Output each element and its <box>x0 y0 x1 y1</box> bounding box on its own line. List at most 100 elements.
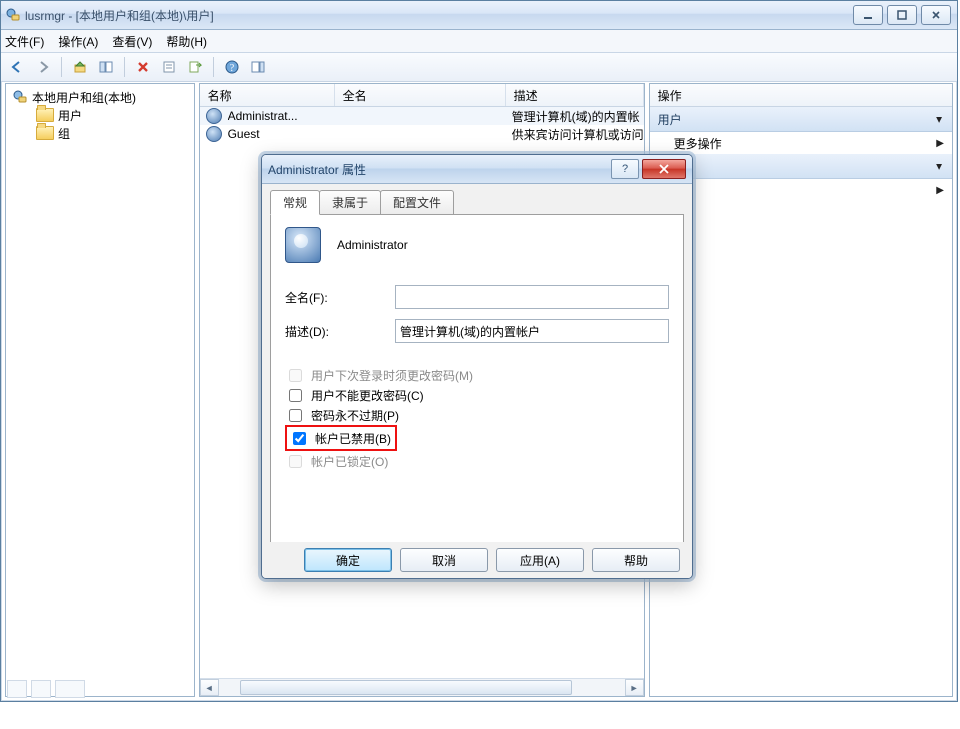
user-large-icon <box>285 227 321 263</box>
forward-button[interactable] <box>31 55 55 79</box>
collapse-icon: ▲ <box>934 114 944 125</box>
tree-root[interactable]: 本地用户和组(本地) <box>8 88 192 106</box>
maximize-button[interactable] <box>887 5 917 25</box>
menu-file[interactable]: 文件(F) <box>5 33 44 50</box>
window-title: lusrmgr - [本地用户和组(本地)\用户] <box>25 7 853 24</box>
horizontal-scrollbar[interactable]: ◄ ► <box>200 678 644 696</box>
toolbar: ? <box>1 53 957 82</box>
check-account-locked-label: 帐户已锁定(O) <box>311 453 388 470</box>
actions-panel: 操作 用户 ▲ 更多操作 ▶ ▲ ▶ <box>649 83 953 697</box>
check-must-change-label: 用户下次登录时须更改密码(M) <box>311 367 473 384</box>
check-never-expire[interactable]: 密码永不过期(P) <box>285 405 669 425</box>
input-desc[interactable] <box>395 319 669 343</box>
checkbox-must-change <box>289 369 302 382</box>
scroll-left-arrow[interactable]: ◄ <box>200 679 219 696</box>
menu-help[interactable]: 帮助(H) <box>166 33 207 50</box>
label-desc: 描述(D): <box>285 323 395 340</box>
folder-icon <box>36 108 54 122</box>
cell-name: Administrat... <box>228 109 346 123</box>
actions-section-blank[interactable]: ▲ <box>650 154 952 179</box>
collapse-icon: ▲ <box>934 161 944 172</box>
properties-button[interactable] <box>157 55 181 79</box>
user-icon <box>206 108 222 124</box>
scroll-right-arrow[interactable]: ► <box>625 679 644 696</box>
highlight-disabled-account: 帐户已禁用(B) <box>285 425 397 451</box>
tab-memberof[interactable]: 隶属于 <box>319 190 381 214</box>
account-name: Administrator <box>337 238 408 252</box>
check-must-change: 用户下次登录时须更改密码(M) <box>285 365 669 385</box>
header-name[interactable]: 名称 <box>200 84 335 106</box>
cell-name: Guest <box>228 127 346 141</box>
app-icon <box>5 7 21 23</box>
properties-dialog: Administrator 属性 ? 常规 隶属于 配置文件 Administr… <box>261 154 693 579</box>
list-header: 名称 全名 描述 <box>200 84 644 107</box>
dialog-help-button-bottom[interactable]: 帮助 <box>592 548 680 572</box>
action-more-2[interactable]: ▶ <box>650 179 952 201</box>
cell-desc: 供来宾访问计算机或访问 <box>512 126 644 143</box>
list-row[interactable]: Administrat... 管理计算机(域)的内置帐 <box>200 107 644 125</box>
dialog-help-button[interactable]: ? <box>611 159 639 179</box>
checkbox-account-disabled[interactable] <box>293 432 306 445</box>
actions-section-users[interactable]: 用户 ▲ <box>650 107 952 132</box>
label-fullname: 全名(F): <box>285 289 395 306</box>
checkbox-cannot-change[interactable] <box>289 389 302 402</box>
back-button[interactable] <box>5 55 29 79</box>
check-account-locked: 帐户已锁定(O) <box>285 451 669 471</box>
tree-item-groups[interactable]: 组 <box>8 124 192 142</box>
close-button[interactable] <box>921 5 951 25</box>
tree-panel: 本地用户和组(本地) 用户 组 <box>5 83 195 697</box>
header-desc[interactable]: 描述 <box>506 84 644 106</box>
apply-button[interactable]: 应用(A) <box>496 548 584 572</box>
input-fullname[interactable] <box>395 285 669 309</box>
tree-users-label: 用户 <box>58 107 82 124</box>
menubar: 文件(F) 操作(A) 查看(V) 帮助(H) <box>1 30 957 53</box>
dialog-close-button[interactable] <box>642 159 686 179</box>
action-more-label: 更多操作 <box>674 135 722 152</box>
tab-general[interactable]: 常规 <box>270 190 320 215</box>
actions-section-label: 用户 <box>658 111 682 128</box>
status-bar <box>7 680 85 698</box>
tab-profile[interactable]: 配置文件 <box>380 190 454 214</box>
menu-view[interactable]: 查看(V) <box>112 33 152 50</box>
users-groups-icon <box>12 89 28 105</box>
minimize-button[interactable] <box>853 5 883 25</box>
header-fullname[interactable]: 全名 <box>335 84 506 106</box>
checkbox-account-locked <box>289 455 302 468</box>
status-cell <box>55 680 85 698</box>
check-account-disabled[interactable]: 帐户已禁用(B) <box>289 428 391 448</box>
list-row[interactable]: Guest 供来宾访问计算机或访问 <box>200 125 644 143</box>
checkbox-never-expire[interactable] <box>289 409 302 422</box>
check-cannot-change[interactable]: 用户不能更改密码(C) <box>285 385 669 405</box>
folder-icon <box>36 126 54 140</box>
delete-button[interactable] <box>131 55 155 79</box>
action-more[interactable]: 更多操作 ▶ <box>650 132 952 154</box>
status-cell <box>7 680 27 698</box>
status-cell <box>31 680 51 698</box>
cell-desc: 管理计算机(域)的内置帐 <box>512 108 644 125</box>
dialog-titlebar: Administrator 属性 ? <box>262 155 692 184</box>
export-button[interactable] <box>183 55 207 79</box>
tab-page-general: Administrator 全名(F): 描述(D): 用户下次登录时须更改密码… <box>270 214 684 570</box>
scroll-thumb[interactable] <box>240 680 572 695</box>
menu-action[interactable]: 操作(A) <box>58 33 98 50</box>
check-account-disabled-label: 帐户已禁用(B) <box>315 430 391 447</box>
tree-item-users[interactable]: 用户 <box>8 106 192 124</box>
tree-groups-label: 组 <box>58 125 70 142</box>
cancel-button[interactable]: 取消 <box>400 548 488 572</box>
up-button[interactable] <box>68 55 92 79</box>
dialog-tabs: 常规 隶属于 配置文件 <box>262 184 692 214</box>
user-icon <box>206 126 222 142</box>
ok-button[interactable]: 确定 <box>304 548 392 572</box>
check-never-expire-label: 密码永不过期(P) <box>311 407 399 424</box>
svg-text:?: ? <box>230 63 235 74</box>
actions-header: 操作 <box>650 84 952 107</box>
check-cannot-change-label: 用户不能更改密码(C) <box>311 387 424 404</box>
titlebar: lusrmgr - [本地用户和组(本地)\用户] <box>1 1 957 30</box>
help-button[interactable]: ? <box>220 55 244 79</box>
chevron-right-icon: ▶ <box>936 138 944 149</box>
dialog-title: Administrator 属性 <box>268 161 611 178</box>
show-hide-action-pane-button[interactable] <box>246 55 270 79</box>
show-hide-tree-button[interactable] <box>94 55 118 79</box>
chevron-right-icon: ▶ <box>936 185 944 196</box>
tree-root-label: 本地用户和组(本地) <box>32 89 136 106</box>
